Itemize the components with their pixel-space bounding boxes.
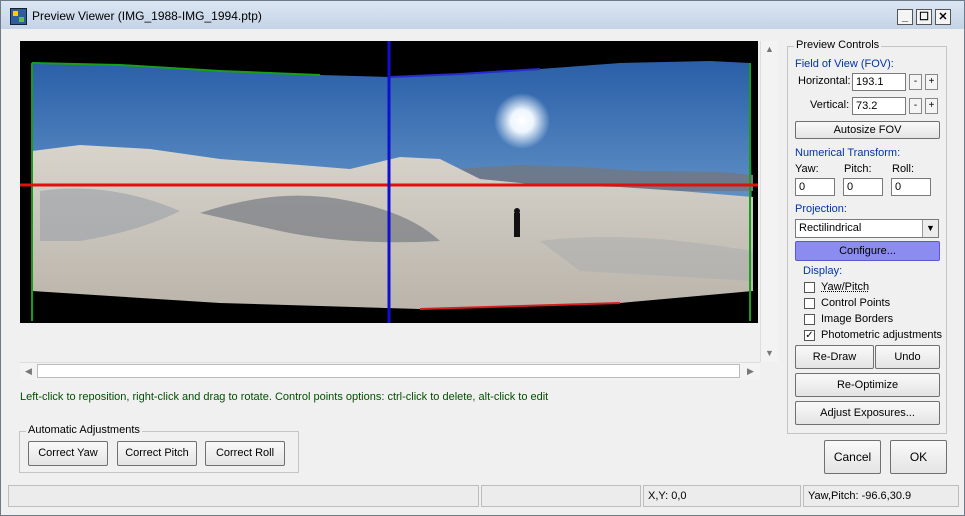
preview-viewer-window: Preview Viewer (IMG_1988-IMG_1994.ptp) _… xyxy=(0,0,965,516)
status-xy: X,Y: 0,0 xyxy=(643,485,801,507)
photometric-checkbox[interactable]: ✓ xyxy=(804,330,815,341)
correct-yaw-button[interactable]: Correct Yaw xyxy=(28,441,108,466)
display-label: Display: xyxy=(803,265,843,277)
status-yaw-pitch: Yaw,Pitch: -96.6,30.9 xyxy=(803,485,959,507)
app-icon xyxy=(10,8,27,25)
close-button[interactable]: ✕ xyxy=(935,9,951,25)
status-field-1 xyxy=(8,485,479,507)
panorama-preview[interactable] xyxy=(20,41,758,323)
title-bar[interactable]: Preview Viewer (IMG_1988-IMG_1994.ptp) _… xyxy=(1,1,964,29)
image-borders-label[interactable]: Image Borders xyxy=(821,313,893,325)
minimize-button[interactable]: _ xyxy=(897,9,913,25)
control-points-label[interactable]: Control Points xyxy=(821,297,890,309)
undo-button[interactable]: Undo xyxy=(875,345,940,369)
sun xyxy=(494,93,550,149)
horizontal-fov-input[interactable] xyxy=(852,73,906,91)
horizontal-scroll-thumb[interactable] xyxy=(37,364,740,378)
configure-button[interactable]: Configure... xyxy=(795,241,940,261)
horizontal-scrollbar[interactable]: ◀ ▶ xyxy=(20,362,760,380)
reoptimize-button[interactable]: Re-Optimize xyxy=(795,373,940,397)
panorama-image[interactable] xyxy=(20,41,758,323)
automatic-adjustments-group: Automatic Adjustments Correct Yaw Correc… xyxy=(19,424,299,473)
correct-pitch-button[interactable]: Correct Pitch xyxy=(117,441,197,466)
yaw-label: Yaw: xyxy=(795,163,819,175)
check-icon: ✓ xyxy=(805,330,814,341)
horizontal-label: Horizontal: xyxy=(798,75,851,87)
roll-label: Roll: xyxy=(892,163,915,175)
scroll-left-icon[interactable]: ◀ xyxy=(20,363,37,380)
redraw-button[interactable]: Re-Draw xyxy=(795,345,874,369)
usage-hint: Left-click to reposition, right-click an… xyxy=(20,391,549,403)
scroll-up-icon[interactable]: ▲ xyxy=(761,41,778,58)
fov-label: Field of View (FOV): xyxy=(795,58,894,70)
vertical-scrollbar[interactable]: ▲ ▼ xyxy=(760,41,778,362)
ok-button[interactable]: OK xyxy=(890,440,947,474)
yaw-pitch-label[interactable]: Yaw/Pitch xyxy=(821,281,869,293)
projection-value: Rectilindrical xyxy=(799,222,862,234)
maximize-button[interactable]: ☐ xyxy=(916,9,932,25)
vertical-plus-button[interactable]: + xyxy=(925,98,938,114)
cancel-button[interactable]: Cancel xyxy=(824,440,881,474)
horizontal-plus-button[interactable]: + xyxy=(925,74,938,90)
vertical-minus-button[interactable]: - xyxy=(909,98,922,114)
window-title: Preview Viewer (IMG_1988-IMG_1994.ptp) xyxy=(32,9,262,23)
numerical-transform-label: Numerical Transform: xyxy=(795,147,901,159)
yaw-input[interactable] xyxy=(795,178,835,196)
hiker xyxy=(514,208,520,237)
projection-select[interactable]: Rectilindrical ▼ xyxy=(795,219,939,238)
horizontal-minus-button[interactable]: - xyxy=(909,74,922,90)
vertical-fov-input[interactable] xyxy=(852,97,906,115)
yaw-pitch-checkbox[interactable] xyxy=(804,282,815,293)
projection-label: Projection: xyxy=(795,203,847,215)
preview-controls-group: Preview Controls Field of View (FOV): Ho… xyxy=(787,39,947,434)
pitch-label: Pitch: xyxy=(844,163,872,175)
chevron-down-icon[interactable]: ▼ xyxy=(922,220,938,237)
scroll-down-icon[interactable]: ▼ xyxy=(761,345,778,362)
control-points-checkbox[interactable] xyxy=(804,298,815,309)
automatic-adjustments-title: Automatic Adjustments xyxy=(26,424,142,436)
preview-controls-title: Preview Controls xyxy=(794,39,882,51)
roll-input[interactable] xyxy=(891,178,931,196)
scroll-right-icon[interactable]: ▶ xyxy=(742,363,759,380)
correct-roll-button[interactable]: Correct Roll xyxy=(205,441,285,466)
status-field-2 xyxy=(481,485,641,507)
adjust-exposures-button[interactable]: Adjust Exposures... xyxy=(795,401,940,425)
vertical-label: Vertical: xyxy=(810,99,850,111)
pitch-input[interactable] xyxy=(843,178,883,196)
image-borders-checkbox[interactable] xyxy=(804,314,815,325)
photometric-label[interactable]: Photometric adjustments xyxy=(821,329,942,341)
autosize-fov-button[interactable]: Autosize FOV xyxy=(795,121,940,139)
